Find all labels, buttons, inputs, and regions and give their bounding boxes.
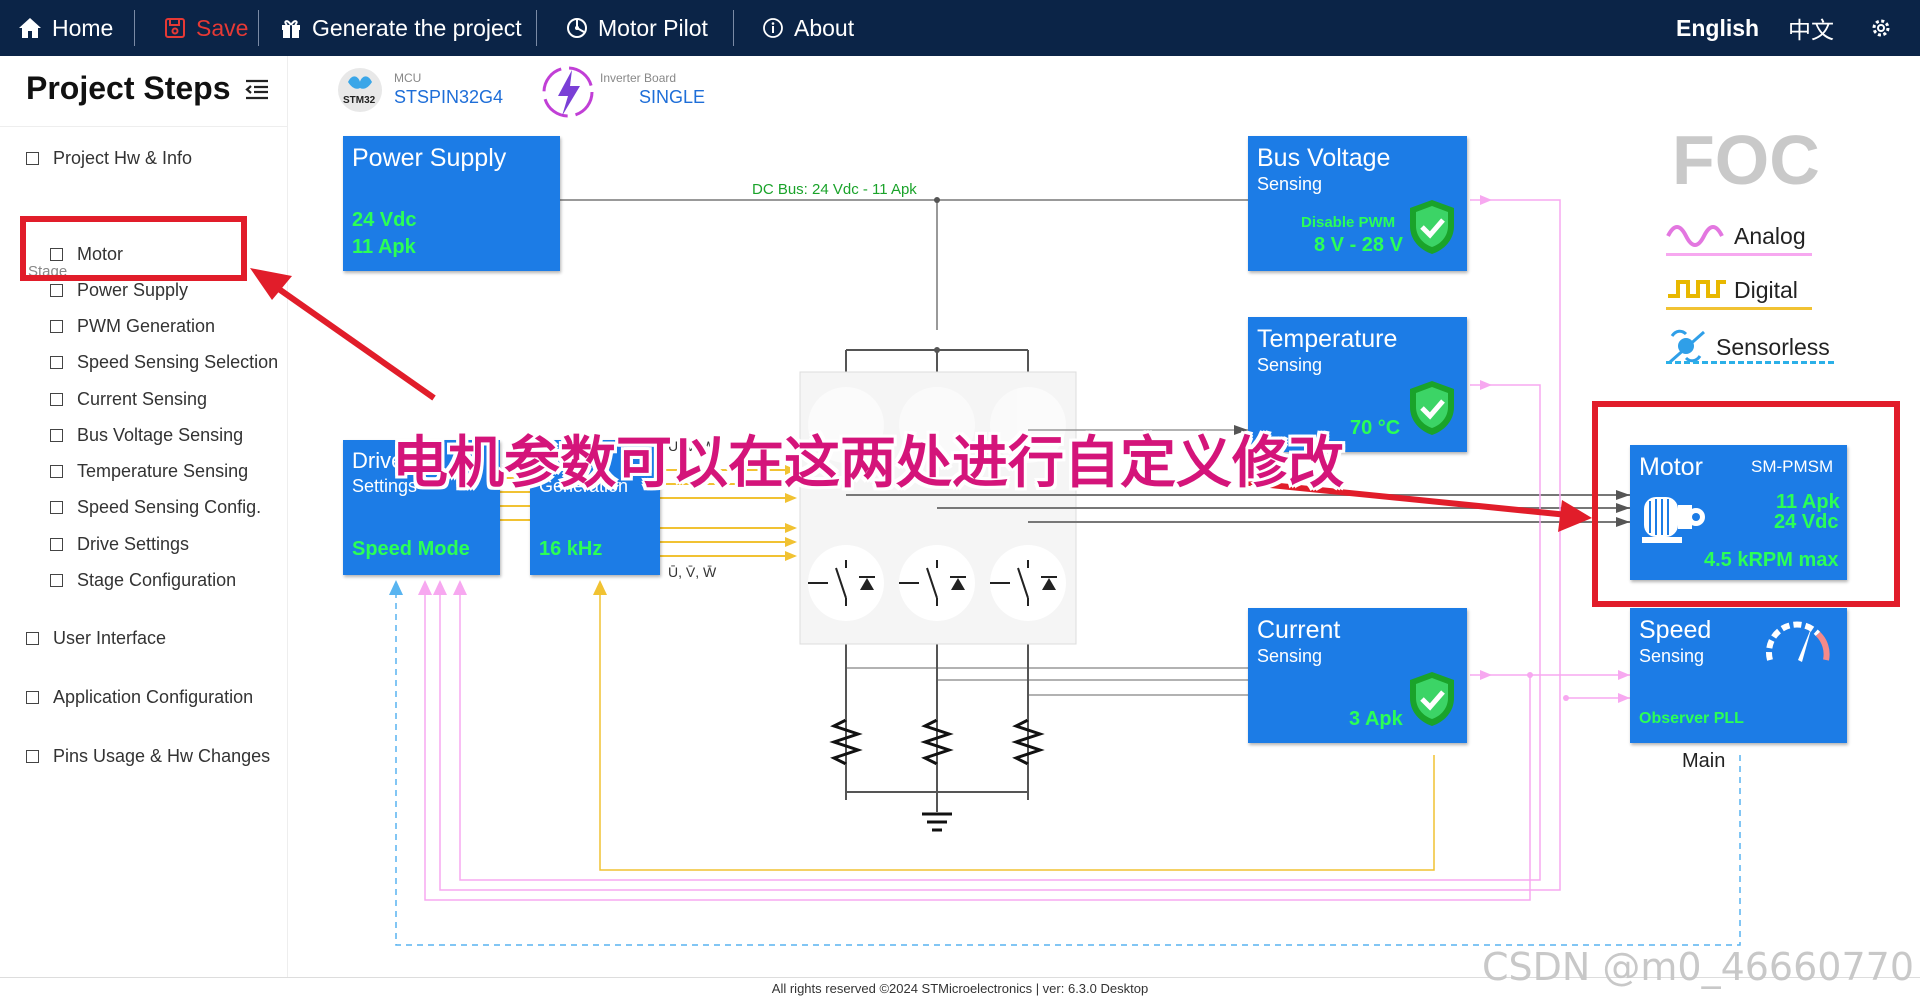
annotation-arrows — [250, 268, 1592, 532]
watermark: CSDN @m0_46660770 — [1481, 945, 1914, 989]
annotation-text: 电机参数可以在这两处进行自定义修改 — [392, 431, 1344, 496]
